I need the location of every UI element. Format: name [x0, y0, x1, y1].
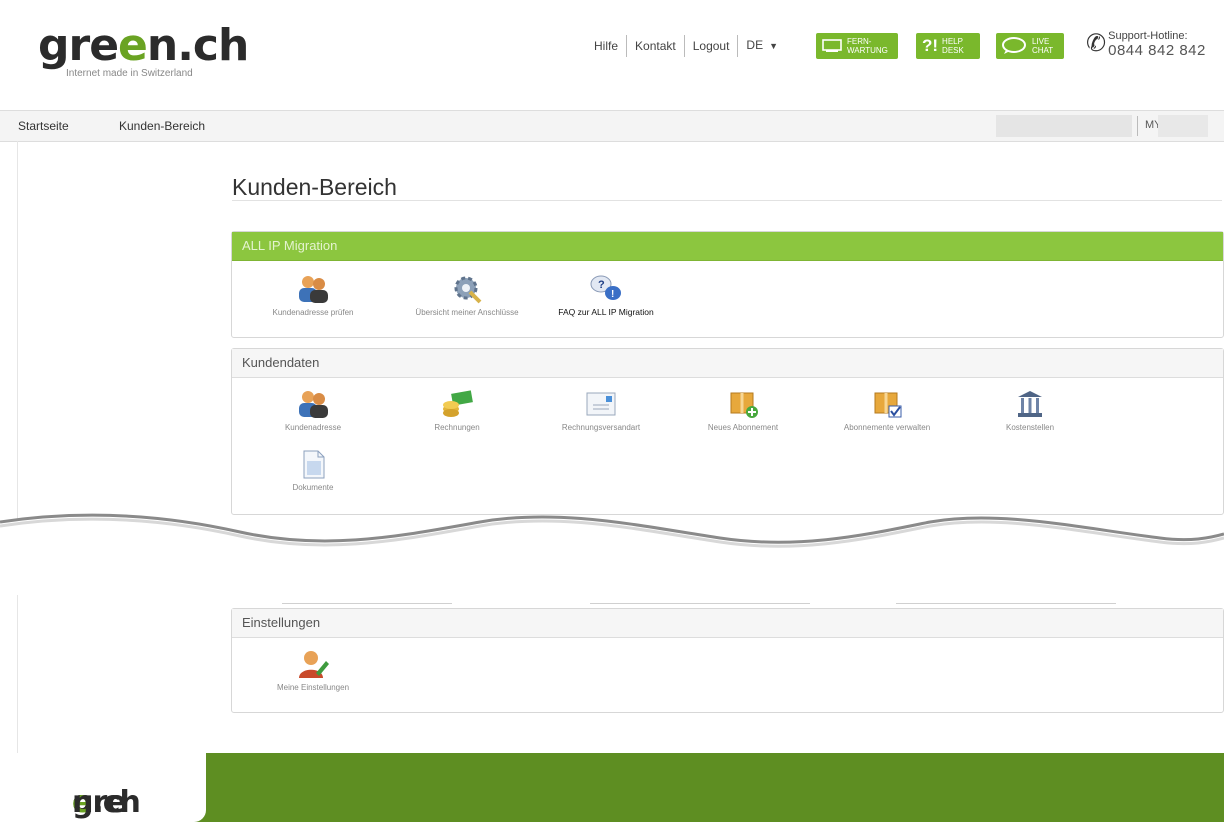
section-kundendaten: Kundendaten Kundenadresse Rechnungen Rec… — [231, 348, 1224, 515]
left-border-lower — [17, 595, 18, 755]
helpdesk-label: HELP DESK — [942, 37, 964, 55]
support-hotline: ✆ Support-Hotline: 0844 842 842 — [1086, 30, 1206, 59]
helpdesk-icon: ?! — [922, 36, 939, 55]
logo-wordmark: green.ch — [38, 20, 249, 71]
hotline-label: Support-Hotline: — [1108, 30, 1188, 42]
page-break-wave — [0, 513, 1224, 560]
main-nav: Startseite Kunden-Bereich MY- — [0, 110, 1224, 142]
left-border — [17, 141, 18, 521]
chevron-down-icon: ▼ — [769, 41, 779, 51]
phone-icon: ✆ — [1086, 30, 1107, 57]
faded-line — [590, 603, 810, 604]
faq-bubbles-icon: ?! — [590, 275, 621, 300]
nav-item-startseite[interactable]: Startseite — [18, 119, 69, 133]
faded-line — [896, 603, 1116, 604]
user-edit-icon — [299, 651, 329, 678]
section-title: Einstellungen — [232, 609, 1223, 638]
helpdesk-button[interactable]: ?! HELP DESK — [916, 33, 980, 59]
link-hilfe[interactable]: Hilfe — [594, 34, 628, 57]
account-id-redacted — [1158, 115, 1208, 137]
link-logout[interactable]: Logout — [685, 34, 739, 57]
tile-label: Kostenstellen — [1005, 423, 1055, 432]
tile-meine-einstellungen[interactable]: Meine Einstellungen — [248, 649, 378, 693]
tile-neues-abonnement[interactable]: Neues Abonnement — [678, 389, 808, 433]
link-kontakt[interactable]: Kontakt — [627, 34, 685, 57]
header-logo[interactable]: green.ch Internet made in Switzerland — [38, 20, 249, 80]
svg-text:?: ? — [598, 279, 605, 291]
tile-faq-allip[interactable]: ?! FAQ zur ALL IP Migration — [541, 274, 671, 318]
tile-label: FAQ zur ALL IP Migration — [558, 307, 654, 317]
users-icon — [299, 391, 328, 418]
box-add-icon — [730, 392, 758, 418]
account-name-redacted — [996, 115, 1132, 137]
users-icon — [299, 276, 328, 303]
tile-dokumente[interactable]: Dokumente — [248, 449, 378, 493]
language-value: DE — [746, 38, 764, 52]
section-title: ALL IP Migration — [232, 232, 1223, 261]
monitor-icon — [822, 39, 842, 52]
language-select[interactable]: DE ▼ — [738, 34, 786, 57]
page-title: Kunden-Bereich — [232, 174, 397, 200]
tile-label: Kundenadresse prüfen — [272, 308, 354, 317]
money-icon — [443, 390, 473, 417]
svg-text:!: ! — [611, 289, 614, 300]
section-allip-migration: ALL IP Migration Kundenadresse prüfen Üb… — [231, 231, 1224, 338]
settings-gear-icon — [454, 276, 482, 304]
tile-label: Rechnungen — [434, 423, 480, 432]
tile-label: Rechnungsversandart — [561, 423, 641, 432]
section-title: Kundendaten — [232, 349, 1223, 378]
tile-rechnungen[interactable]: Rechnungen — [392, 389, 522, 433]
nav-divider — [1137, 116, 1138, 136]
title-underline — [232, 200, 1222, 201]
tile-kundenadresse[interactable]: Kundenadresse — [248, 389, 378, 433]
livechat-button[interactable]: LIVE CHAT — [996, 33, 1064, 59]
footer-logo[interactable]: gre e n.ch — [0, 753, 206, 822]
envelope-icon — [586, 392, 616, 416]
tile-kostenstellen[interactable]: Kostenstellen — [965, 389, 1095, 433]
tile-label: Meine Einstellungen — [276, 683, 350, 692]
tile-label: Abonnemente verwalten — [843, 423, 931, 432]
faded-line — [282, 603, 452, 604]
tile-uebersicht-anschluesse[interactable]: Übersicht meiner Anschlüsse — [402, 274, 532, 318]
top-links: Hilfe Kontakt Logout DE ▼ — [594, 34, 786, 57]
box-check-icon — [874, 392, 902, 418]
hotline-number: 0844 842 842 — [1108, 42, 1206, 59]
livechat-label: LIVE CHAT — [1032, 37, 1054, 55]
nav-item-kunden-bereich[interactable]: Kunden-Bereich — [119, 119, 205, 133]
tile-label: Kundenadresse — [284, 423, 342, 432]
footer: gre e n.ch — [0, 753, 1224, 822]
tile-rechnungsversandart[interactable]: Rechnungsversandart — [536, 389, 666, 433]
tile-label: Übersicht meiner Anschlüsse — [415, 308, 519, 317]
document-icon — [303, 450, 325, 479]
chat-bubble-icon — [1002, 37, 1026, 54]
tile-abonnemente-verwalten[interactable]: Abonnemente verwalten — [822, 389, 952, 433]
tile-label: Neues Abonnement — [707, 423, 779, 432]
fernwartung-button[interactable]: FERN- WARTUNG — [816, 33, 898, 59]
section-einstellungen: Einstellungen Meine Einstellungen — [231, 608, 1224, 713]
tile-kundenadresse-pruefen[interactable]: Kundenadresse prüfen — [248, 274, 378, 318]
bank-icon — [1018, 391, 1042, 417]
tile-label: Dokumente — [292, 483, 334, 492]
fernwartung-label: FERN- WARTUNG — [847, 37, 888, 55]
